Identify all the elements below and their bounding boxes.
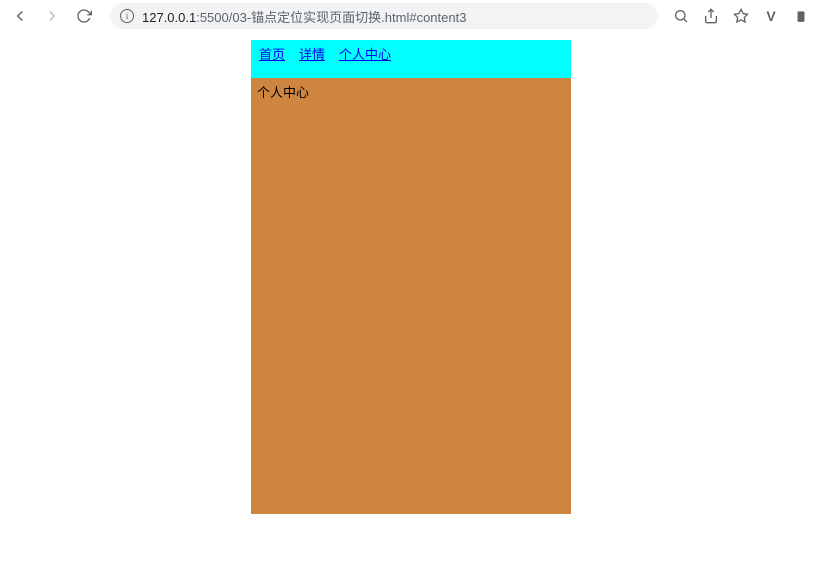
content-title: 个人中心 <box>257 85 309 100</box>
url-path: /03-锚点定位实现页面切换.html#content3 <box>229 10 467 25</box>
page-container: 首页 详情 个人中心 个人中心 <box>251 40 571 514</box>
zoom-icon[interactable] <box>672 7 690 25</box>
back-button[interactable] <box>8 4 32 28</box>
nav-header: 首页 详情 个人中心 <box>251 40 571 78</box>
nav-link-profile[interactable]: 个人中心 <box>339 44 391 74</box>
content-panel: 个人中心 <box>251 78 571 514</box>
page-viewport: 首页 详情 个人中心 个人中心 <box>0 32 822 582</box>
nav-link-detail[interactable]: 详情 <box>299 44 325 74</box>
extension-v-icon[interactable]: V <box>762 7 780 25</box>
site-info-icon[interactable]: i <box>120 9 134 23</box>
reload-button[interactable] <box>72 4 96 28</box>
url-text: 127.0.0.1:5500/03-锚点定位实现页面切换.html#conten… <box>142 7 466 26</box>
bookmark-star-icon[interactable] <box>732 7 750 25</box>
url-port: :5500 <box>196 10 229 25</box>
extension-icon[interactable] <box>792 7 810 25</box>
nav-link-home[interactable]: 首页 <box>259 44 285 74</box>
url-host: 127.0.0.1 <box>142 10 196 25</box>
address-bar[interactable]: i 127.0.0.1:5500/03-锚点定位实现页面切换.html#cont… <box>110 3 658 29</box>
share-icon[interactable] <box>702 7 720 25</box>
browser-toolbar: i 127.0.0.1:5500/03-锚点定位实现页面切换.html#cont… <box>0 0 822 32</box>
forward-button[interactable] <box>40 4 64 28</box>
toolbar-right: V <box>672 7 814 25</box>
